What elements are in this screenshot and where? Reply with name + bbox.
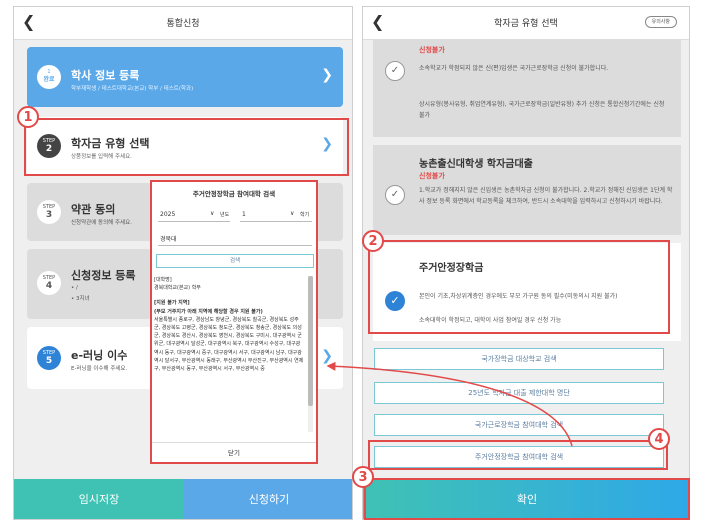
- connector-arrow: [326, 361, 573, 447]
